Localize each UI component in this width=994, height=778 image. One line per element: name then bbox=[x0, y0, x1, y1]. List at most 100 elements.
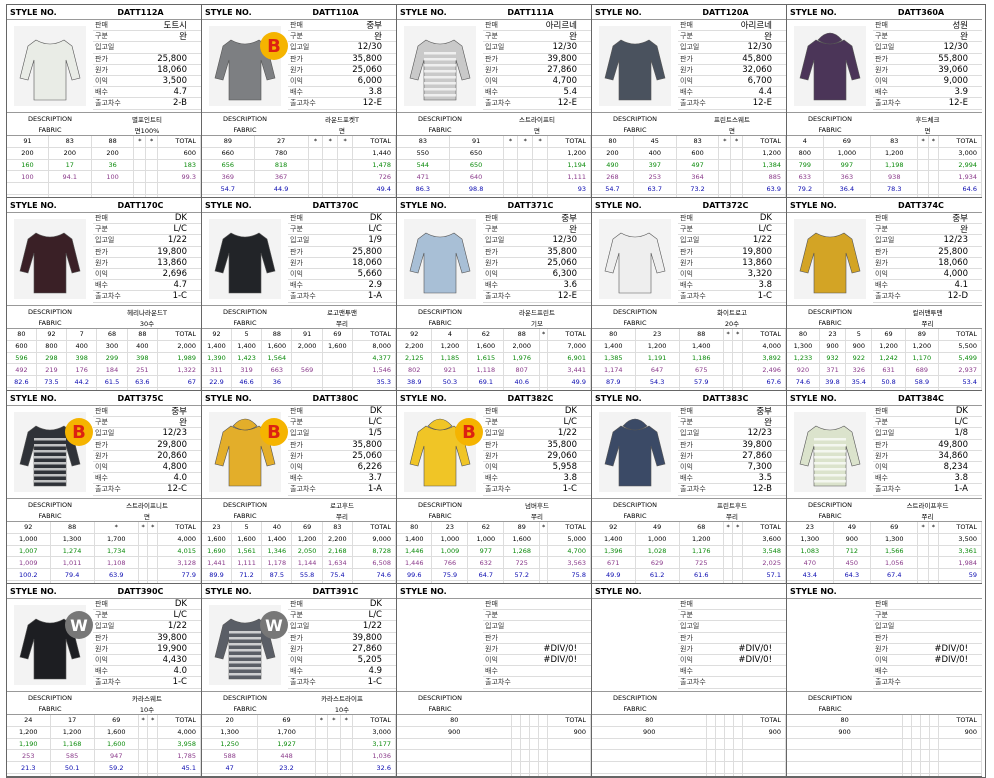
spec-label: 입고일 bbox=[95, 43, 115, 52]
size-header-cell: 5 bbox=[231, 329, 263, 341]
qty-cell bbox=[327, 738, 341, 751]
spec-row: 배수 5.4 bbox=[483, 87, 591, 99]
size-header-cell: 4 bbox=[787, 136, 824, 148]
spec-label: 구분 bbox=[485, 225, 498, 234]
qty-cell: 3,000 bbox=[352, 726, 396, 739]
qty-cell bbox=[938, 773, 982, 776]
qty-cell: 268 bbox=[592, 170, 634, 184]
fabric-label: FABRIC bbox=[428, 511, 452, 520]
size-header-cell bbox=[733, 715, 743, 727]
fabric-value: 30수 bbox=[139, 319, 155, 328]
size-header-cell: 7 bbox=[66, 329, 98, 341]
fabric-label: FABRIC bbox=[233, 704, 257, 713]
spec-label: 배수 bbox=[680, 281, 693, 290]
qty-row: 21.3 50.1 59.2 45.1 bbox=[7, 761, 201, 774]
description-label: DESCRIPTION bbox=[808, 114, 852, 123]
spec-row: 구분 L/C bbox=[873, 417, 982, 429]
qty-cell: 780 bbox=[254, 147, 309, 160]
spec-label: 출고차수 bbox=[95, 485, 121, 494]
qty-cell bbox=[397, 773, 513, 776]
size-table: 91 83 88 * * TOTAL 200 200 200 600 160 17 36 183 100 94… bbox=[7, 136, 201, 197]
spec-label: 출고차수 bbox=[95, 678, 121, 687]
qty-cell: 631 bbox=[871, 363, 906, 377]
size-header-row: 4 69 83 * * TOTAL bbox=[787, 136, 982, 148]
style-no-label: STYLE NO. bbox=[595, 200, 642, 210]
size-header-cell: TOTAL bbox=[938, 136, 982, 148]
spec-label: 판가 bbox=[875, 440, 888, 449]
qty-cell bbox=[724, 761, 735, 774]
spec-value: 19,800 bbox=[742, 246, 772, 257]
spec-label: 배수 bbox=[875, 281, 888, 290]
spec-label: 구분 bbox=[290, 225, 303, 234]
description-label: DESCRIPTION bbox=[223, 114, 267, 123]
description-label: DESCRIPTION bbox=[613, 500, 657, 509]
spec-label: 입고일 bbox=[875, 622, 895, 631]
size-header-cell: TOTAL bbox=[157, 136, 201, 148]
qty-cell bbox=[337, 170, 353, 184]
spec-value: 3.5 bbox=[758, 473, 772, 484]
size-header-cell: * bbox=[917, 136, 929, 148]
qty-row bbox=[7, 182, 201, 195]
qty-cell: 1,934 bbox=[938, 170, 982, 184]
qty-cell bbox=[917, 182, 929, 195]
qty-cell bbox=[732, 363, 743, 377]
fabric-value: 면 bbox=[339, 126, 345, 135]
spec-value: 3.8 bbox=[563, 473, 577, 484]
spec-row: 판매 DK bbox=[93, 599, 201, 611]
spec-value: 19,800 bbox=[157, 246, 187, 257]
qty-cell: 63.7 bbox=[633, 182, 677, 195]
style-card: STYLE NO. DATT380C B 판매 DK 구분 L/C 입고일 1/5 판가 35,80… bbox=[202, 391, 397, 584]
qty-cell: 818 bbox=[254, 159, 309, 172]
qty-cell bbox=[539, 545, 548, 558]
qty-cell: 1,111 bbox=[547, 170, 591, 184]
spec-row: 이익 3,320 bbox=[678, 269, 786, 281]
qty-cell bbox=[724, 773, 735, 776]
spec-value: 25,800 bbox=[938, 246, 968, 257]
spec-label: 입고일 bbox=[875, 236, 895, 245]
spec-label: 판가 bbox=[875, 633, 888, 642]
qty-cell: 1,111 bbox=[231, 556, 263, 570]
spec-row: 판가 35,800 bbox=[483, 440, 591, 451]
spec-row: 배수 3.8 bbox=[483, 473, 591, 485]
qty-cell: 397 bbox=[633, 159, 677, 172]
spec-label: 출고차수 bbox=[485, 292, 511, 301]
size-header-cell: 23 bbox=[635, 329, 680, 341]
qty-cell bbox=[723, 352, 734, 365]
spec-value: 3,500 bbox=[162, 76, 187, 87]
garment-icon bbox=[599, 26, 671, 106]
spec-fields: 판매 성원 구분 완 입고일 12/30 판가 55,800 원가 39,060 이익 9,000 배수… bbox=[873, 20, 982, 112]
spec-row: 배수 4.4 bbox=[678, 87, 786, 99]
spec-row: 판가 45,800 bbox=[678, 54, 786, 65]
qty-row: 1,400 1,200 1,400 4,000 bbox=[592, 340, 786, 353]
qty-cell: 807 bbox=[503, 363, 541, 377]
qty-cell bbox=[715, 749, 726, 763]
qty-cell: 74.6 bbox=[352, 568, 396, 581]
qty-cell bbox=[733, 773, 743, 776]
spec-value: 12/23 bbox=[747, 428, 773, 439]
qty-cell: 160 bbox=[7, 159, 49, 172]
spec-label: 배수 bbox=[485, 667, 498, 676]
qty-cell bbox=[147, 533, 158, 546]
qty-cell bbox=[147, 773, 158, 776]
qty-cell: 640 bbox=[449, 170, 504, 184]
fabric-label: FABRIC bbox=[233, 511, 257, 520]
spec-label: 출고차수 bbox=[95, 292, 121, 301]
qty-cell: 1,600 bbox=[503, 533, 541, 546]
qty-cell: 363 bbox=[823, 170, 872, 184]
spec-label: 출고차수 bbox=[485, 678, 511, 687]
qty-cell: 4,000 bbox=[157, 726, 201, 739]
spec-label: 판매 bbox=[875, 407, 888, 416]
spec-row: 원가 #DIV/0! bbox=[483, 644, 591, 655]
spec-label: 이익 bbox=[875, 656, 888, 665]
spec-row: 배수 4.9 bbox=[288, 666, 396, 678]
qty-cell bbox=[48, 182, 92, 195]
spec-row: 배수 3.5 bbox=[678, 473, 786, 485]
qty-cell: 55.8 bbox=[291, 568, 323, 581]
size-table: 89 27 * * * TOTAL 660 780 1,440 656 818 1,478 369 367… bbox=[202, 136, 396, 197]
qty-cell bbox=[538, 738, 548, 751]
spec-value: 완 bbox=[960, 225, 968, 236]
spec-row: 입고일 bbox=[678, 621, 786, 633]
spec-value: 4,000 bbox=[943, 269, 968, 280]
qty-row: 1,009 1,011 1,108 3,128 bbox=[7, 556, 201, 570]
spec-row: 판가 55,800 bbox=[873, 54, 982, 65]
